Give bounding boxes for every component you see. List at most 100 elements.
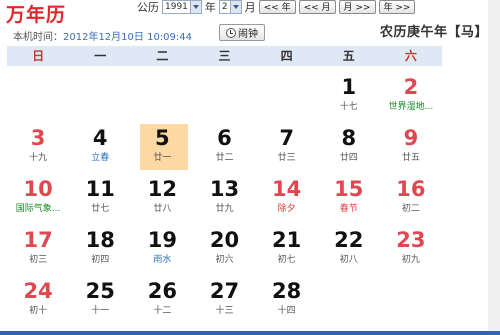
weekday-wed: 三: [218, 49, 231, 63]
day-cell[interactable]: 18 初四: [69, 224, 131, 275]
calendar-grid: 1 十七 2 世界湿地... 3 十九 4 立春 5 廿一 6 廿二 7 廿三 …: [7, 71, 442, 326]
lunar-date: 初七: [277, 255, 296, 265]
day-cell[interactable]: 11 廿七: [69, 173, 131, 224]
day-cell[interactable]: 3 十九: [7, 122, 69, 173]
day-cell[interactable]: 20 初六: [193, 224, 255, 275]
vertical-scrollbar[interactable]: [488, 0, 500, 335]
weekday-header: 日 一 二 三 四 五 六: [7, 46, 442, 66]
weekday-sun: 日: [32, 49, 45, 63]
day-cell[interactable]: 16 初二: [380, 173, 442, 224]
day-number: 25: [85, 279, 115, 303]
day-number: 28: [272, 279, 302, 303]
day-cell[interactable]: 8 廿四: [318, 122, 380, 173]
day-cell[interactable]: 23 初九: [380, 224, 442, 275]
day-number: 27: [209, 279, 240, 303]
empty-cell: [7, 71, 69, 122]
clock-icon: [226, 27, 236, 38]
toolbar: 公历 1991 年 2 月 << 年 << 月 月 >> 年 >>: [137, 0, 416, 14]
empty-cell: [131, 71, 193, 122]
day-number: 9: [403, 126, 419, 150]
month-select-value: 2: [221, 1, 228, 12]
month-select[interactable]: 2: [218, 0, 242, 14]
day-number: 8: [341, 126, 357, 150]
next-year-button[interactable]: 年 >>: [378, 0, 416, 14]
day-cell[interactable]: 22 初八: [318, 224, 380, 275]
weekday-sat: 六: [404, 49, 417, 63]
chevron-down-icon[interactable]: [189, 0, 201, 13]
day-number: 2: [403, 75, 419, 99]
alarm-label: 闹钟: [238, 29, 258, 40]
lunar-date: 十七: [339, 102, 358, 112]
day-cell[interactable]: 28 十四: [256, 275, 318, 326]
day-cell[interactable]: 12 廿八: [131, 173, 193, 224]
day-number: 1: [341, 75, 357, 99]
day-cell[interactable]: 6 廿二: [193, 122, 255, 173]
next-month-button[interactable]: 月 >>: [338, 0, 376, 14]
lunar-date: 廿五: [401, 153, 420, 163]
bottom-divider: [0, 331, 500, 335]
day-cell[interactable]: 26 十二: [131, 275, 193, 326]
day-number: 13: [209, 177, 240, 201]
lunar-date: 初八: [339, 255, 358, 265]
prev-year-button[interactable]: << 年: [258, 0, 296, 14]
solar-term-label: 雨水: [153, 255, 172, 265]
local-time: 本机时间：2012年12月10日 10:09:44: [13, 28, 192, 43]
day-cell[interactable]: 9 廿五: [380, 122, 442, 173]
prev-month-button[interactable]: << 月: [298, 0, 336, 14]
day-cell[interactable]: 25 十一: [69, 275, 131, 326]
day-number: 26: [147, 279, 177, 303]
alarm-button[interactable]: 闹钟: [219, 24, 265, 41]
day-number: 20: [209, 228, 240, 252]
year-label: 年: [204, 0, 216, 14]
lunar-year: 农历庚午年【马】: [379, 25, 488, 40]
day-number: 5: [155, 126, 170, 150]
chevron-down-icon[interactable]: [229, 0, 241, 13]
day-cell[interactable]: 15 春节: [318, 173, 380, 224]
lunar-date: 廿八: [153, 204, 172, 214]
empty-cell: [193, 71, 255, 122]
lunar-date: 十三: [215, 306, 234, 316]
lunar-date: 初三: [29, 255, 48, 265]
holiday-label: 国际气象...: [15, 204, 61, 214]
year-select-value: 1991: [165, 1, 188, 12]
day-number: 18: [85, 228, 115, 252]
year-select[interactable]: 1991: [162, 0, 202, 14]
day-cell[interactable]: 14 除夕: [256, 173, 318, 224]
weekday-tue: 二: [156, 49, 169, 63]
calendar-type-label: 公历: [137, 0, 159, 14]
day-number: 14: [272, 177, 302, 201]
lunar-date: 十九: [29, 153, 48, 163]
day-number: 3: [30, 126, 46, 150]
day-cell[interactable]: 27 十三: [193, 275, 255, 326]
lunar-date: 初六: [215, 255, 234, 265]
month-label: 月: [244, 0, 256, 14]
empty-cell: [256, 71, 318, 122]
lunar-date: 廿四: [339, 153, 358, 163]
holiday-label: 世界湿地...: [388, 102, 434, 112]
day-cell[interactable]: 10 国际气象...: [7, 173, 69, 224]
lunar-date: 初四: [91, 255, 110, 265]
day-number: 24: [23, 279, 53, 303]
lunar-date: 初十: [29, 306, 48, 316]
day-cell[interactable]: 21 初七: [256, 224, 318, 275]
day-cell[interactable]: 17 初三: [7, 224, 69, 275]
day-cell[interactable]: 13 廿九: [193, 173, 255, 224]
day-number: 23: [396, 228, 426, 252]
day-cell[interactable]: 7 廿三: [256, 122, 318, 173]
lunar-date: 廿一: [153, 153, 172, 163]
day-cell[interactable]: 2 世界湿地...: [380, 71, 442, 122]
day-cell[interactable]: 19 雨水: [131, 224, 193, 275]
day-cell[interactable]: 24 初十: [7, 275, 69, 326]
day-cell[interactable]: 1 十七: [318, 71, 380, 122]
weekday-mon: 一: [94, 49, 107, 63]
day-cell[interactable]: 4 立春: [69, 122, 131, 173]
day-number: 6: [217, 126, 232, 150]
day-cell-today[interactable]: 5 廿一: [131, 122, 193, 173]
lunar-date: 廿二: [215, 153, 234, 163]
lunar-date: 十二: [153, 306, 172, 316]
day-number: 7: [279, 126, 294, 150]
lunar-date: 廿七: [91, 204, 110, 214]
lunar-date: 十一: [91, 306, 110, 316]
day-number: 11: [85, 177, 115, 201]
festival-label: 除夕: [277, 204, 296, 214]
